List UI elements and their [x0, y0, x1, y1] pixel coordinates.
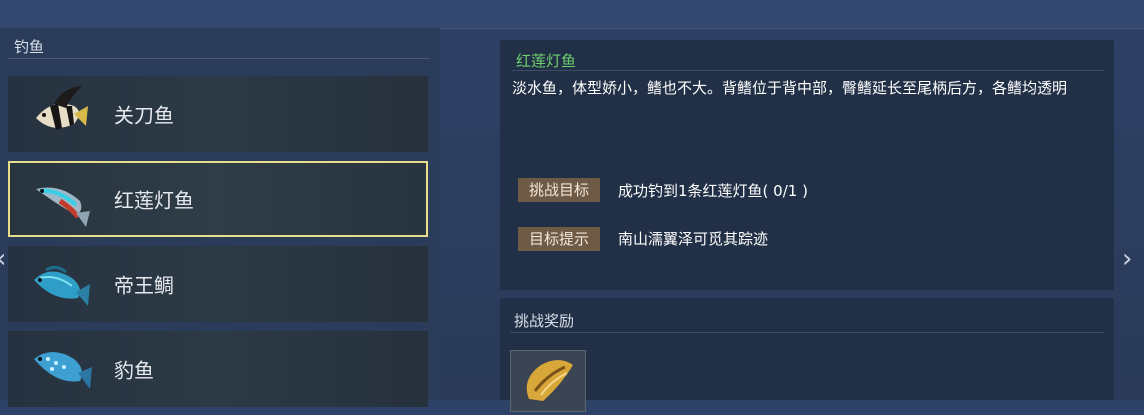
moorish-idol-fish-icon — [36, 86, 88, 130]
detail-divider — [512, 70, 1104, 71]
goal-hint-text: 南山濡翼泽可觅其踪迹 — [618, 230, 769, 248]
fish-description: 淡水鱼，体型娇小，鳍也不大。背鳍位于背中部，臀鳍延长至尾柄后方，各鳍均透明 — [512, 79, 1068, 97]
fish-name-label: 帝王鲷 — [114, 273, 174, 298]
fish-name-label: 关刀鱼 — [114, 103, 174, 128]
prev-arrow-icon[interactable]: ‹ — [0, 244, 6, 274]
spotted-blue-fish-icon — [34, 352, 92, 389]
fish-detail-panel: 红莲灯鱼 淡水鱼，体型娇小，鳍也不大。背鳍位于背中部，臀鳍延长至尾柄后方，各鳍均… — [500, 40, 1114, 290]
challenge-goal-text: 成功钓到1条红莲灯鱼( 0/1 ) — [618, 182, 808, 200]
fish-list-item-honglian-dengyu[interactable]: 红莲灯鱼 — [8, 161, 428, 237]
neon-tetra-fish-icon — [36, 187, 90, 227]
reward-title: 挑战奖励 — [514, 312, 575, 330]
panel-divider — [8, 58, 430, 59]
reward-divider — [510, 332, 1104, 333]
fish-name-label: 豹鱼 — [114, 358, 154, 383]
reward-item-slot[interactable] — [510, 350, 586, 412]
fish-list-item-baoyu[interactable]: 豹鱼 — [8, 331, 428, 407]
fish-list-item-guandaoyu[interactable]: 关刀鱼 — [8, 76, 428, 152]
fish-name-label: 红莲灯鱼 — [114, 188, 194, 213]
golden-shell-icon — [526, 360, 573, 401]
reward-panel: 挑战奖励 — [500, 298, 1114, 412]
detail-title: 红莲灯鱼 — [516, 52, 577, 70]
next-arrow-icon[interactable]: › — [1122, 244, 1132, 274]
blue-fish-icon — [34, 265, 90, 306]
panel-title: 钓鱼 — [14, 38, 45, 56]
challenge-goal-tag: 挑战目标 — [518, 178, 600, 202]
fish-list-item-diwangdiao[interactable]: 帝王鲷 — [8, 246, 428, 322]
goal-hint-tag: 目标提示 — [518, 227, 600, 251]
top-bar — [0, 0, 1144, 29]
